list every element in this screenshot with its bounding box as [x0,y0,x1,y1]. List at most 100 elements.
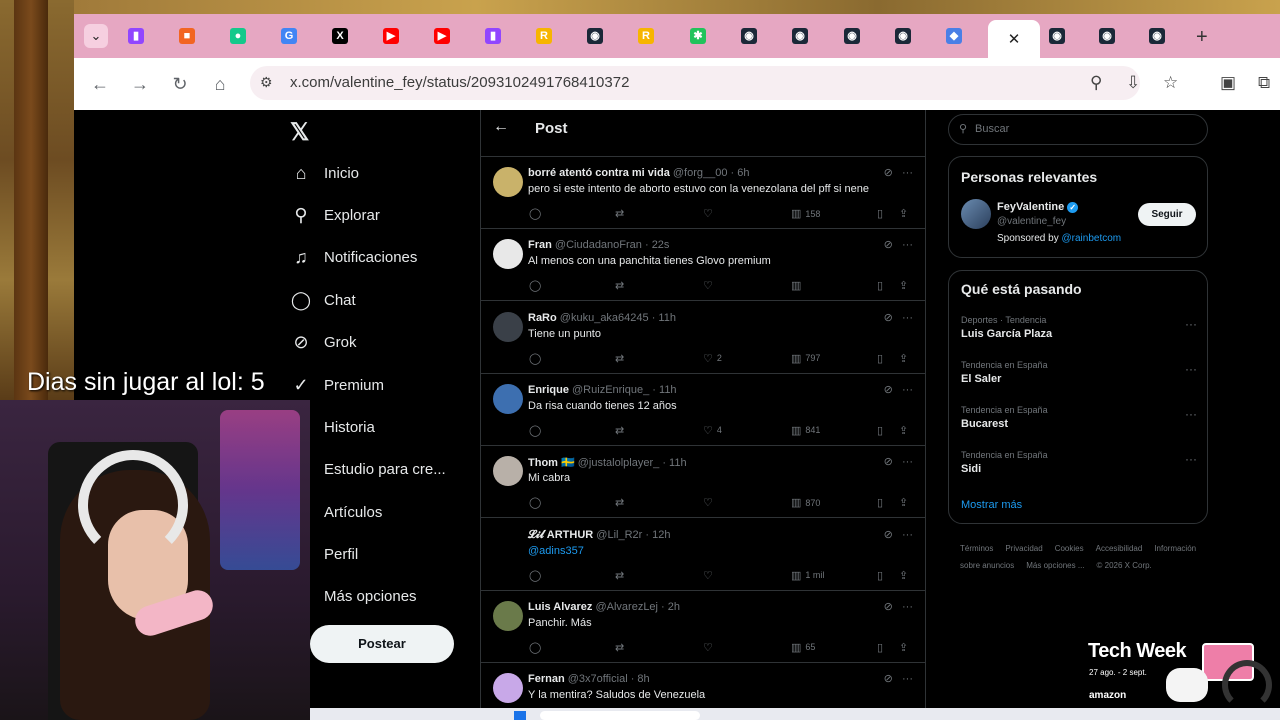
share-button[interactable]: ⇪ [899,279,908,292]
avatar[interactable] [493,528,523,559]
back-button[interactable]: ← [88,72,112,96]
follow-button[interactable]: Seguir [1138,203,1196,226]
nav-item-chat[interactable]: ◯ Chat [290,287,356,313]
more-icon[interactable]: ··· [1185,452,1197,466]
like-button[interactable]: ♡ [703,496,717,509]
bookmark-button[interactable]: ▯ [877,424,883,437]
home-button[interactable]: ⌂ [208,72,232,96]
nav-item-estudio-para-cre-[interactable]: Estudio para cre... [290,456,446,482]
reply-button[interactable]: ◯ [529,352,545,365]
views-button[interactable]: ▥ 65 [791,641,815,654]
tweet-time[interactable]: 8h [637,673,649,685]
views-button[interactable]: ▥ 870 [791,496,820,509]
author-handle[interactable]: @kuku_aka64245 [560,312,649,324]
tweet-time[interactable]: 11h [669,457,687,469]
grok-icon[interactable]: ⊘ [884,384,893,396]
bookmark-button[interactable]: ▯ [877,569,883,582]
site-info-icon[interactable]: ⚙ [260,74,273,91]
author-handle[interactable]: @AlvarezLej [595,601,658,613]
like-button[interactable]: ♡ [703,641,717,654]
avatar[interactable] [493,673,523,704]
more-icon[interactable]: ··· [1185,407,1197,421]
author-handle[interactable]: @RuizEnrique_ [572,384,649,396]
browser-tab[interactable]: ▶ [371,22,411,50]
bookmark-button[interactable]: ▯ [877,496,883,509]
avatar[interactable] [493,311,523,342]
trend-item[interactable]: Tendencia en España El Saler ··· [961,360,1197,385]
reply-button[interactable]: ◯ [529,569,545,582]
grok-icon[interactable]: ⊘ [884,312,893,324]
avatar[interactable] [493,239,523,270]
nav-item-explorar[interactable]: ⚲ Explorar [290,202,379,228]
views-button[interactable]: ▥ 158 [791,207,820,220]
browser-tab[interactable]: ▶ [422,22,462,50]
nav-item-premium[interactable]: ✓ Premium [290,372,384,398]
grok-icon[interactable]: ⊘ [884,456,893,468]
retweet-button[interactable]: ⇄ [615,279,628,292]
tweet-time[interactable]: 12h [652,529,670,541]
author-handle[interactable]: @3x7official [568,673,628,685]
avatar[interactable] [493,600,523,631]
avatar[interactable] [493,383,523,414]
trend-item[interactable]: Deportes · Tendencia Luis García Plaza ··· [961,315,1197,340]
browser-tab[interactable]: ◉ [883,22,923,50]
taskbar-search[interactable] [540,711,700,720]
share-button[interactable]: ⇪ [899,569,908,582]
grok-icon[interactable]: ⊘ [884,529,893,541]
browser-tab[interactable]: ◉ [780,22,820,50]
sponsor-link[interactable]: @rainbetcom [1062,233,1122,244]
reply-tweet[interactable]: Thom 🇸🇪 @justalolplayer_ · 11h Mi cabra ⊘ … [481,446,925,519]
tweet-time[interactable]: 2h [668,601,680,613]
address-bar[interactable]: ⚙ x.com/valentine_fey/status/20931024917… [250,66,1140,100]
like-button[interactable]: ♡ [703,569,717,582]
browser-tab-active[interactable]: ✕ [988,20,1040,58]
new-tab-button[interactable]: + [1196,26,1208,49]
reply-tweet[interactable]: RaRo @kuku_aka64245 · 11h Tiene un punto ⊘… [481,302,925,374]
more-icon[interactable]: ··· [902,601,913,613]
author-handle[interactable]: @justalolplayer_ [578,457,660,469]
nav-item-grok[interactable]: ⊘ Grok [290,329,356,355]
extensions-puzzle-icon[interactable]: ⧉ [1258,73,1270,93]
nav-item-notificaciones[interactable]: ♫ Notificaciones [290,244,417,270]
author-name[interactable]: Luis Alvarez [528,601,592,613]
avatar[interactable] [493,167,523,197]
reply-button[interactable]: ◯ [529,641,545,654]
grok-icon[interactable]: ⊘ [884,239,893,251]
bookmark-button[interactable]: ▯ [877,207,883,220]
browser-tab[interactable]: ● [218,22,258,50]
like-button[interactable]: ♡ [703,207,717,220]
grok-icon[interactable]: ⊘ [884,673,893,685]
forward-button[interactable]: → [128,72,152,96]
retweet-button[interactable]: ⇄ [615,424,628,437]
retweet-button[interactable]: ⇄ [615,496,628,509]
footer-link[interactable]: © 2026 X Corp. [1097,561,1152,570]
retweet-button[interactable]: ⇄ [615,352,628,365]
author-name[interactable]: Enrique [528,384,569,396]
browser-tab[interactable]: X [320,22,360,50]
x-logo-icon[interactable]: 𝕏 [290,118,309,147]
browser-tab[interactable]: ◆ [934,22,974,50]
bookmark-button[interactable]: ▯ [877,279,883,292]
like-button[interactable]: ♡ [703,279,717,292]
browser-tab[interactable]: ◉ [729,22,769,50]
footer-link[interactable]: Más opciones ... [1026,561,1084,570]
more-icon[interactable]: ··· [902,312,913,324]
more-icon[interactable]: ··· [902,167,913,179]
browser-tab[interactable]: ◉ [1137,22,1177,50]
author-name[interactable]: Fernan [528,673,565,685]
share-button[interactable]: ⇪ [899,496,908,509]
reply-button[interactable]: ◯ [529,496,545,509]
browser-tab[interactable]: ◉ [575,22,615,50]
footer-link[interactable]: Términos [960,544,993,553]
author-handle[interactable]: @Lil_R2r [596,529,642,541]
author-name[interactable]: Thom 🇸🇪 [528,457,575,469]
avatar[interactable] [493,456,523,487]
footer-link[interactable]: Accesibilidad [1096,544,1143,553]
tweet-time[interactable]: 11h [658,312,676,324]
browser-tab[interactable]: ■ [167,22,207,50]
trend-item[interactable]: Tendencia en España Sidi ··· [961,450,1197,475]
views-button[interactable]: ▥ [791,279,805,292]
footer-link[interactable]: Privacidad [1005,544,1042,553]
nav-item-inicio[interactable]: ⌂ Inicio [290,160,359,186]
grok-icon[interactable]: ⊘ [884,167,893,179]
